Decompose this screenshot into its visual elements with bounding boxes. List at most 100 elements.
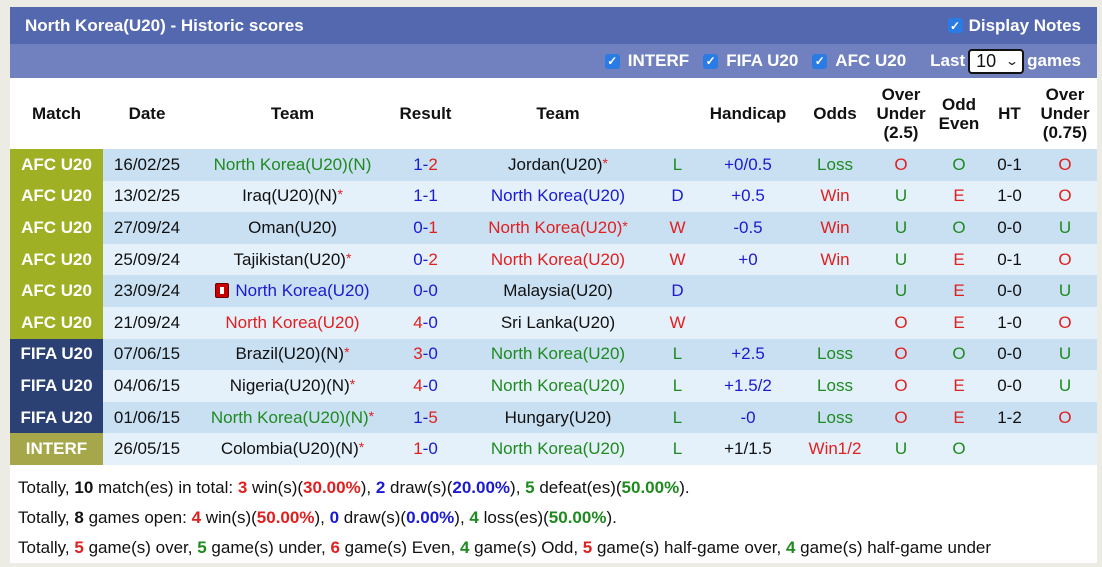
home-team[interactable]: Nigeria(U20)(N) bbox=[230, 376, 350, 395]
league-badge[interactable]: FIFA U20 bbox=[10, 401, 103, 434]
summary-text: games open: bbox=[83, 507, 192, 527]
home-team[interactable]: North Korea(U20) bbox=[225, 313, 359, 332]
home-team[interactable]: North Korea(U20) bbox=[235, 281, 369, 300]
away-team-cell[interactable]: Sri Lanka(U20) bbox=[457, 306, 659, 339]
home-team-cell[interactable]: Oman(U20) bbox=[191, 212, 394, 244]
over-under-half: O bbox=[1033, 149, 1097, 181]
away-team[interactable]: Malaysia(U20) bbox=[503, 281, 613, 300]
home-team[interactable]: North Korea(U20)(N) bbox=[214, 155, 372, 174]
away-team-cell[interactable]: North Korea(U20) bbox=[457, 243, 659, 276]
display-notes-toggle[interactable]: ✓ Display Notes bbox=[947, 16, 1081, 36]
away-team[interactable]: North Korea(U20) bbox=[491, 250, 625, 269]
checkbox-checked-icon[interactable]: ✓ bbox=[947, 18, 963, 33]
half-time-score: 1-0 bbox=[986, 306, 1033, 339]
away-team[interactable]: Sri Lanka(U20) bbox=[501, 313, 615, 332]
away-team-cell[interactable]: North Korea(U20) bbox=[457, 370, 659, 402]
home-team-cell[interactable]: North Korea(U20) bbox=[191, 306, 394, 339]
away-team[interactable]: Jordan(U20) bbox=[508, 155, 603, 174]
star-marker: * bbox=[344, 344, 350, 361]
summary-value: 4 bbox=[785, 537, 796, 557]
checkbox-checked-icon[interactable]: ✓ bbox=[604, 53, 620, 69]
away-team-cell[interactable]: North Korea(U20) bbox=[457, 180, 659, 213]
match-date: 01/06/15 bbox=[103, 401, 191, 434]
home-team[interactable]: Colombia(U20)(N) bbox=[221, 439, 359, 458]
outcome: D bbox=[659, 180, 696, 213]
away-team-cell[interactable]: Jordan(U20)* bbox=[457, 149, 659, 181]
result-score[interactable]: 0-1 bbox=[394, 212, 457, 244]
away-team-cell[interactable]: North Korea(U20) bbox=[457, 433, 659, 465]
star-marker: * bbox=[345, 249, 352, 266]
match-date: 23/09/24 bbox=[103, 275, 191, 307]
away-team[interactable]: Hungary(U20) bbox=[505, 408, 612, 427]
summary-text: game(s) Even, bbox=[339, 537, 460, 557]
home-team[interactable]: Oman(U20) bbox=[248, 218, 337, 237]
result-score[interactable]: 1-1 bbox=[394, 180, 457, 213]
filter-interf[interactable]: ✓ INTERF bbox=[604, 51, 689, 71]
home-team-cell[interactable]: Brazil(U20)(N)* bbox=[191, 338, 394, 371]
home-team[interactable]: Brazil(U20)(N) bbox=[235, 344, 344, 363]
home-team-cell[interactable]: North Korea(U20)(N) bbox=[191, 149, 394, 181]
table-row: AFC U20 13/02/25 Iraq(U20)(N)* 1-1 North Kor… bbox=[10, 180, 1097, 213]
summary-value: 6 bbox=[330, 537, 340, 557]
home-team-cell[interactable]: Tajikistan(U20)* bbox=[191, 243, 394, 276]
home-team-cell[interactable]: Iraq(U20)(N)* bbox=[191, 180, 394, 213]
handicap: -0.5 bbox=[696, 212, 800, 244]
result-score[interactable]: 4-0 bbox=[394, 370, 457, 402]
away-score: 5 bbox=[428, 407, 438, 427]
summary-value: 8 bbox=[74, 507, 84, 527]
home-team[interactable]: Tajikistan(U20) bbox=[234, 250, 346, 269]
col-over-under-2-5: Over Under (2.5) bbox=[876, 85, 926, 142]
league-badge[interactable]: AFC U20 bbox=[10, 243, 103, 276]
half-time-score bbox=[986, 433, 1033, 465]
result-score[interactable]: 3-0 bbox=[394, 338, 457, 371]
league-badge[interactable]: INTERF bbox=[10, 433, 103, 465]
league-badge[interactable]: AFC U20 bbox=[10, 149, 103, 181]
away-team[interactable]: North Korea(U20) bbox=[491, 186, 625, 205]
home-team[interactable]: North Korea(U20)(N) bbox=[211, 408, 369, 427]
result-score[interactable]: 4-0 bbox=[394, 306, 457, 339]
away-team[interactable]: North Korea(U20) bbox=[488, 218, 622, 237]
away-team-cell[interactable]: Malaysia(U20) bbox=[457, 275, 659, 307]
games-label: games bbox=[1027, 51, 1081, 70]
result-score[interactable]: 1-2 bbox=[394, 149, 457, 181]
summary-value: 50.00% bbox=[548, 507, 607, 527]
result-score[interactable]: 0-0 bbox=[394, 275, 457, 307]
away-team-cell[interactable]: North Korea(U20) bbox=[457, 338, 659, 371]
league-badge[interactable]: FIFA U20 bbox=[10, 338, 103, 371]
league-badge[interactable]: AFC U20 bbox=[10, 180, 103, 213]
over-under-half: U bbox=[1033, 370, 1097, 402]
result-score[interactable]: 1-5 bbox=[394, 401, 457, 434]
checkbox-checked-icon[interactable]: ✓ bbox=[812, 53, 828, 69]
home-team-cell[interactable]: North Korea(U20) bbox=[191, 275, 394, 307]
away-team[interactable]: North Korea(U20) bbox=[491, 439, 625, 458]
result-score[interactable]: 1-0 bbox=[394, 433, 457, 465]
home-team[interactable]: Iraq(U20)(N) bbox=[242, 186, 337, 205]
checkbox-checked-icon[interactable]: ✓ bbox=[703, 53, 719, 69]
match-date: 21/09/24 bbox=[103, 306, 191, 339]
away-team-cell[interactable]: North Korea(U20)* bbox=[457, 212, 659, 244]
chevron-down-icon: ⌄ bbox=[1005, 54, 1020, 68]
summary-value: 4 bbox=[469, 507, 479, 527]
odds-result: Loss bbox=[800, 338, 870, 371]
league-badge[interactable]: AFC U20 bbox=[10, 212, 103, 244]
home-team-cell[interactable]: North Korea(U20)(N)* bbox=[191, 401, 394, 434]
odd-even: E bbox=[932, 401, 986, 434]
home-team-cell[interactable]: Nigeria(U20)(N)* bbox=[191, 370, 394, 402]
outcome: L bbox=[659, 149, 696, 181]
result-score[interactable]: 0-2 bbox=[394, 243, 457, 276]
summary-text: Totally, bbox=[18, 507, 75, 527]
match-date: 16/02/25 bbox=[103, 149, 191, 181]
handicap bbox=[696, 306, 800, 339]
filter-afc-u20[interactable]: ✓ AFC U20 bbox=[812, 51, 906, 71]
handicap: +2.5 bbox=[696, 338, 800, 371]
last-games-select[interactable]: 10 ⌄ bbox=[968, 48, 1025, 74]
away-team-cell[interactable]: Hungary(U20) bbox=[457, 401, 659, 434]
league-badge[interactable]: AFC U20 bbox=[10, 275, 103, 307]
away-team[interactable]: North Korea(U20) bbox=[491, 376, 625, 395]
away-team[interactable]: North Korea(U20) bbox=[491, 344, 625, 363]
league-badge[interactable]: AFC U20 bbox=[10, 306, 103, 339]
outcome: L bbox=[659, 401, 696, 434]
filter-fifa-u20[interactable]: ✓ FIFA U20 bbox=[703, 51, 798, 71]
home-team-cell[interactable]: Colombia(U20)(N)* bbox=[191, 433, 394, 465]
league-badge[interactable]: FIFA U20 bbox=[10, 370, 103, 402]
